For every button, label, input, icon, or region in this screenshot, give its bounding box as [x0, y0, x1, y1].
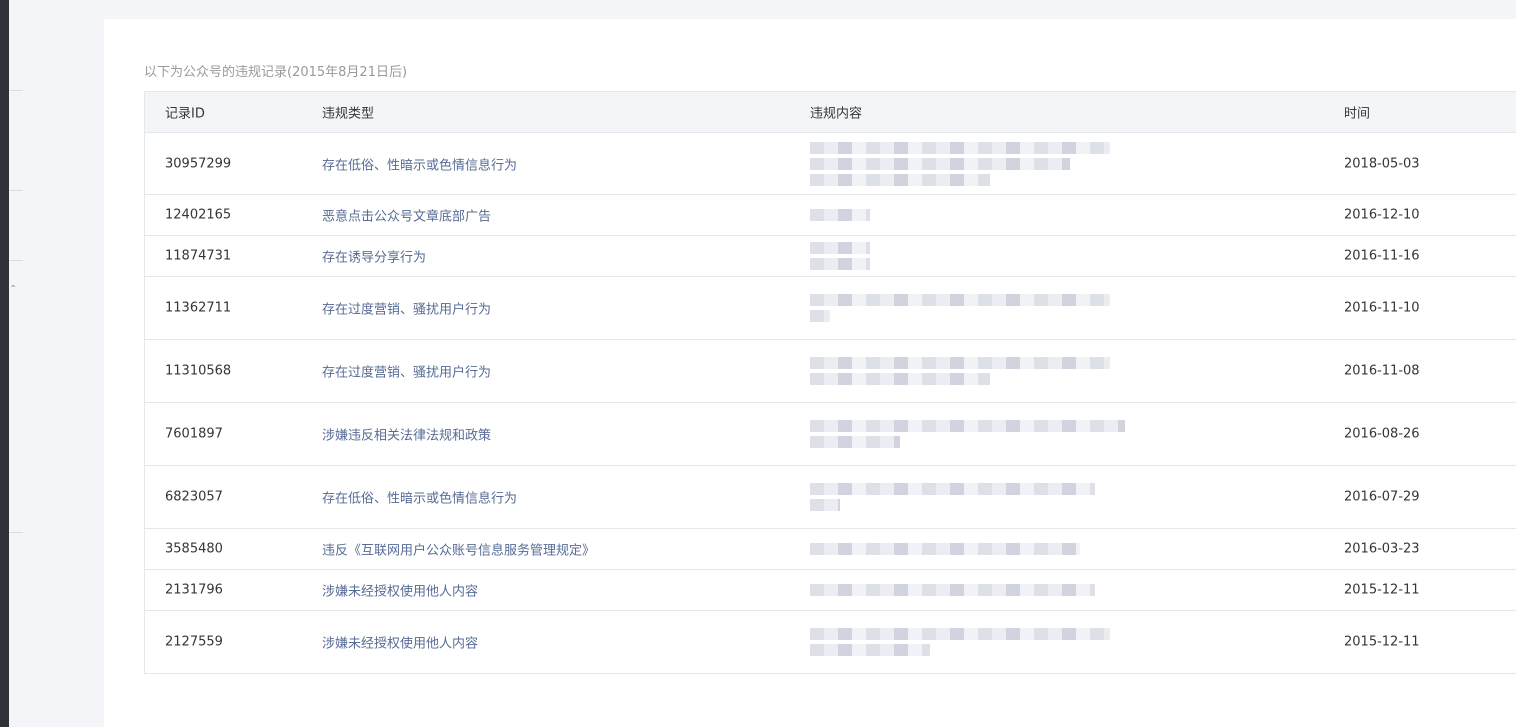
- redaction-blur: [810, 294, 1110, 306]
- violation-content-redacted: [810, 205, 870, 225]
- redaction-blur: [810, 420, 1125, 432]
- redaction-blur: [810, 499, 840, 511]
- sidebar-divider: [9, 532, 23, 533]
- redaction-blur: [810, 242, 870, 254]
- sidebar-divider: [9, 260, 23, 261]
- table-row: 11874731 存在诱导分享行为 2016-11-16: [145, 236, 1516, 277]
- table-row: 3585480 违反《互联网用户公众账号信息服务管理规定》 2016-03-23: [145, 529, 1516, 570]
- redaction-blur: [810, 483, 1095, 495]
- record-time: 2015-12-11: [1344, 582, 1420, 598]
- redaction-blur: [810, 543, 1080, 555]
- violation-type-link[interactable]: 存在低俗、性暗示或色情信息行为: [322, 488, 517, 507]
- redaction-blur: [810, 644, 930, 656]
- column-header-id: 记录ID: [165, 106, 205, 122]
- violation-type-link[interactable]: 存在诱导分享行为: [322, 247, 426, 266]
- table-header: 记录ID 违规类型 违规内容 时间: [145, 92, 1516, 133]
- record-time: 2016-11-16: [1344, 248, 1420, 264]
- record-id: 6823057: [165, 489, 223, 505]
- redaction-blur: [810, 436, 900, 448]
- redaction-blur: [810, 209, 870, 221]
- records-caption: 以下为公众号的违规记录(2015年8月21日后): [144, 65, 408, 80]
- table-row: 30957299 存在低俗、性暗示或色情信息行为 2018-05-03: [145, 133, 1516, 195]
- record-id: 2131796: [165, 582, 223, 598]
- violation-type-link[interactable]: 涉嫌未经授权使用他人内容: [322, 581, 478, 600]
- column-header-time: 时间: [1344, 106, 1371, 122]
- record-time: 2016-08-26: [1344, 426, 1420, 442]
- violation-content-redacted: [810, 479, 1095, 515]
- violation-content-redacted: [810, 539, 1080, 559]
- violation-content-redacted: [810, 290, 1110, 326]
- redaction-blur: [810, 157, 1070, 170]
- sidebar-divider: [9, 190, 23, 191]
- table-row: 2127559 涉嫌未经授权使用他人内容 2015-12-11: [145, 611, 1516, 673]
- violation-content-redacted: [810, 416, 1125, 452]
- violation-table: 记录ID 违规类型 违规内容 时间 30957299 存在低俗、性暗示或色情信息行…: [144, 91, 1516, 674]
- redaction-blur: [810, 584, 1095, 596]
- column-header-type: 违规类型: [322, 106, 375, 122]
- table-row: 2131796 涉嫌未经授权使用他人内容 2015-12-11: [145, 570, 1516, 611]
- violation-type-link[interactable]: 存在过度营销、骚扰用户行为: [322, 362, 491, 381]
- table-body: 30957299 存在低俗、性暗示或色情信息行为 2018-05-03 1240216…: [145, 133, 1516, 673]
- violation-type-link[interactable]: 恶意点击公众号文章底部广告: [322, 206, 491, 225]
- violation-type-link[interactable]: 涉嫌未经授权使用他人内容: [322, 633, 478, 652]
- violation-content-redacted: [810, 624, 1110, 660]
- record-time: 2016-03-23: [1344, 541, 1420, 557]
- violation-records-panel: 以下为公众号的违规记录(2015年8月21日后) 记录ID 违规类型 违规内容 …: [104, 19, 1516, 727]
- record-id: 7601897: [165, 426, 223, 442]
- record-time: 2016-12-10: [1344, 207, 1420, 223]
- record-id: 12402165: [165, 207, 232, 223]
- redaction-blur: [810, 173, 990, 186]
- column-header-content: 违规内容: [810, 103, 862, 122]
- record-id: 2127559: [165, 634, 223, 650]
- table-row: 11310568 存在过度营销、骚扰用户行为 2016-11-08: [145, 340, 1516, 403]
- record-time: 2015-12-11: [1344, 634, 1420, 650]
- table-row: 11362711 存在过度营销、骚扰用户行为 2016-11-10: [145, 277, 1516, 340]
- sidebar-strip: ⌃: [9, 0, 103, 727]
- column-header-content-label: 违规内容: [810, 106, 863, 122]
- violation-type-link[interactable]: 违反《互联网用户公众账号信息服务管理规定》: [322, 540, 595, 559]
- record-id: 30957299: [165, 156, 232, 171]
- violation-type-link[interactable]: 涉嫌违反相关法律法规和政策: [322, 425, 491, 444]
- redaction-blur: [810, 310, 830, 322]
- record-time: 2016-11-10: [1344, 300, 1420, 316]
- redaction-blur: [810, 373, 990, 385]
- record-time: 2018-05-03: [1344, 156, 1420, 171]
- violation-content-redacted: [810, 353, 1110, 389]
- redaction-blur: [810, 357, 1110, 369]
- table-row: 7601897 涉嫌违反相关法律法规和政策 2016-08-26: [145, 403, 1516, 466]
- record-id: 11310568: [165, 363, 232, 379]
- redaction-blur: [810, 628, 1110, 640]
- redaction-blur: [810, 258, 870, 270]
- record-id: 11874731: [165, 248, 232, 264]
- violation-content-redacted: [810, 138, 1110, 190]
- chevron-up-icon[interactable]: ⌃: [9, 284, 17, 295]
- violation-type-link[interactable]: 存在低俗、性暗示或色情信息行为: [322, 154, 517, 173]
- redaction-blur: [810, 141, 1110, 154]
- violation-content-redacted: [810, 238, 870, 274]
- record-id: 11362711: [165, 300, 232, 316]
- table-row: 6823057 存在低俗、性暗示或色情信息行为 2016-07-29: [145, 466, 1516, 529]
- violation-content-redacted: [810, 580, 1095, 600]
- record-id: 3585480: [165, 541, 223, 557]
- violation-type-link[interactable]: 存在过度营销、骚扰用户行为: [322, 299, 491, 318]
- record-time: 2016-11-08: [1344, 363, 1420, 379]
- table-row: 12402165 恶意点击公众号文章底部广告 2016-12-10: [145, 195, 1516, 236]
- record-time: 2016-07-29: [1344, 489, 1420, 505]
- left-nav-bar: [0, 0, 9, 727]
- sidebar-divider: [9, 90, 23, 91]
